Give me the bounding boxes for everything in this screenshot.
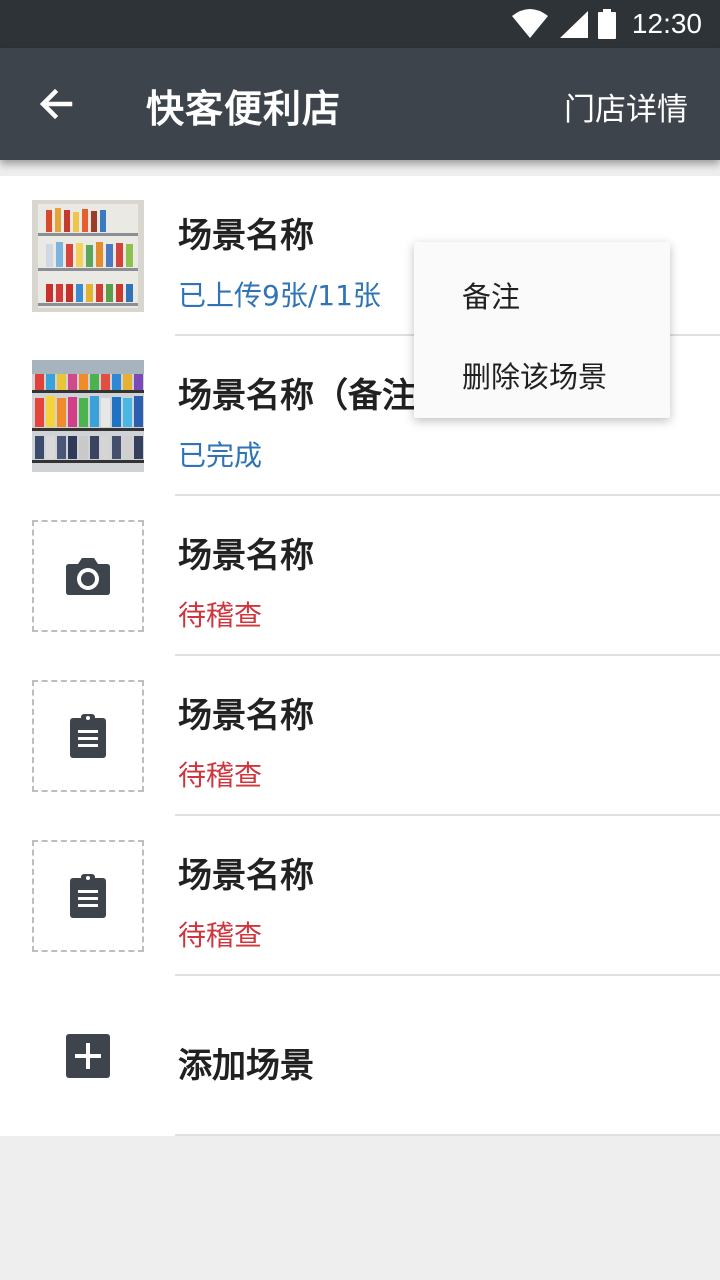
scene-name: 场景名称 bbox=[178, 696, 314, 736]
wifi-icon bbox=[511, 9, 548, 38]
scene-row[interactable]: 场景名称 待稽查 bbox=[0, 496, 720, 656]
add-box-icon bbox=[66, 1034, 110, 1078]
scene-status: 待稽查 bbox=[178, 919, 263, 952]
scene-status: 待稽查 bbox=[178, 599, 263, 632]
scene-status: 已完成 bbox=[178, 439, 263, 472]
divider bbox=[175, 1134, 720, 1136]
menu-item-note[interactable]: 备注 bbox=[462, 274, 520, 316]
clipboard-icon bbox=[70, 714, 106, 758]
scene-name: 场景名称 bbox=[178, 216, 314, 256]
add-scene-label: 添加场景 bbox=[178, 1046, 314, 1086]
add-scene-button[interactable]: 添加场景 bbox=[0, 976, 720, 1136]
shelf-photo-icon bbox=[32, 360, 144, 472]
scene-name: 场景名称 bbox=[178, 536, 314, 576]
battery-icon bbox=[597, 9, 616, 39]
page-title: 快客便利店 bbox=[146, 87, 342, 131]
status-bar: 12:30 bbox=[0, 0, 720, 48]
store-details-button[interactable]: 门店详情 bbox=[564, 84, 688, 129]
scene-photo-thumbnail[interactable] bbox=[32, 360, 144, 472]
scene-status: 待稽查 bbox=[178, 759, 263, 792]
camera-icon bbox=[66, 558, 110, 595]
take-photo-button[interactable] bbox=[32, 520, 144, 632]
scene-status: 已上传9张/11张 bbox=[178, 279, 381, 312]
scene-name: 场景名称 bbox=[178, 856, 314, 896]
add-scene-icon-wrap bbox=[32, 1000, 144, 1112]
app-toolbar: 快客便利店 门店详情 bbox=[0, 48, 720, 160]
scene-row[interactable]: 场景名称 待稽查 bbox=[0, 816, 720, 976]
scene-photo-thumbnail[interactable] bbox=[32, 200, 144, 312]
shelf-photo-icon bbox=[32, 200, 144, 312]
arrow-left-icon[interactable] bbox=[36, 84, 76, 124]
checklist-button[interactable] bbox=[32, 680, 144, 792]
signal-icon bbox=[559, 11, 588, 38]
menu-item-delete-scene[interactable]: 删除该场景 bbox=[462, 354, 607, 396]
checklist-button[interactable] bbox=[32, 840, 144, 952]
status-time: 12:30 bbox=[631, 8, 702, 39]
clipboard-icon bbox=[70, 874, 106, 918]
scene-options-menu: 备注 删除该场景 bbox=[414, 242, 670, 418]
scene-row[interactable]: 场景名称 待稽查 bbox=[0, 656, 720, 816]
scene-name: 场景名称（备注 bbox=[178, 376, 416, 416]
